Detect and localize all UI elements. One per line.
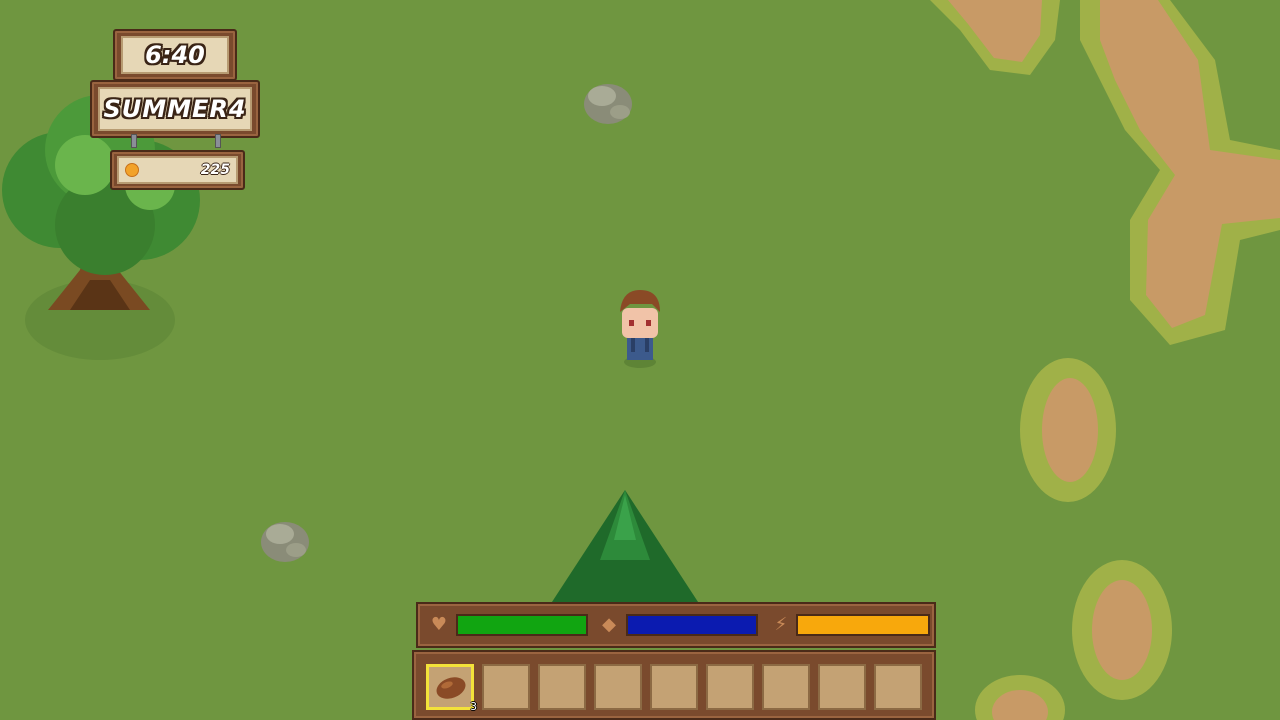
hotbar-slot[interactable]	[874, 664, 922, 710]
energy-bar	[796, 614, 930, 636]
inventory-hotbar: 3	[412, 650, 936, 720]
hotbar-slot[interactable]: 3	[426, 664, 477, 713]
money-display: 225	[110, 150, 245, 190]
hotbar-slot[interactable]	[706, 664, 754, 710]
hotbar-slot[interactable]	[818, 664, 866, 710]
lightning-icon: ⚡	[774, 614, 788, 635]
seed-icon	[436, 677, 466, 699]
time-text: 6:40	[121, 36, 229, 74]
heart-icon: ♥	[430, 614, 448, 635]
health-bar	[456, 614, 588, 636]
stats-panel: ♥ ◆ ⚡	[416, 602, 936, 648]
hotbar-slot[interactable]	[650, 664, 698, 710]
sign-chain	[215, 134, 221, 148]
money-amount: 225	[200, 162, 230, 178]
sign-chain	[131, 134, 137, 148]
season-day-display: SUMMER4	[90, 80, 260, 138]
item-count: 3	[470, 700, 477, 713]
hotbar-slot[interactable]	[594, 664, 642, 710]
hunger-bar	[626, 614, 758, 636]
rock[interactable]	[584, 84, 632, 124]
time-display: 6:40	[113, 29, 237, 81]
hotbar-slot[interactable]	[538, 664, 586, 710]
hotbar-slot[interactable]	[482, 664, 530, 710]
season-day-text: SUMMER4	[98, 87, 252, 131]
hotbar-slot[interactable]	[762, 664, 810, 710]
rock[interactable]	[261, 522, 309, 562]
coin-icon	[125, 163, 139, 177]
food-icon: ◆	[602, 614, 616, 635]
